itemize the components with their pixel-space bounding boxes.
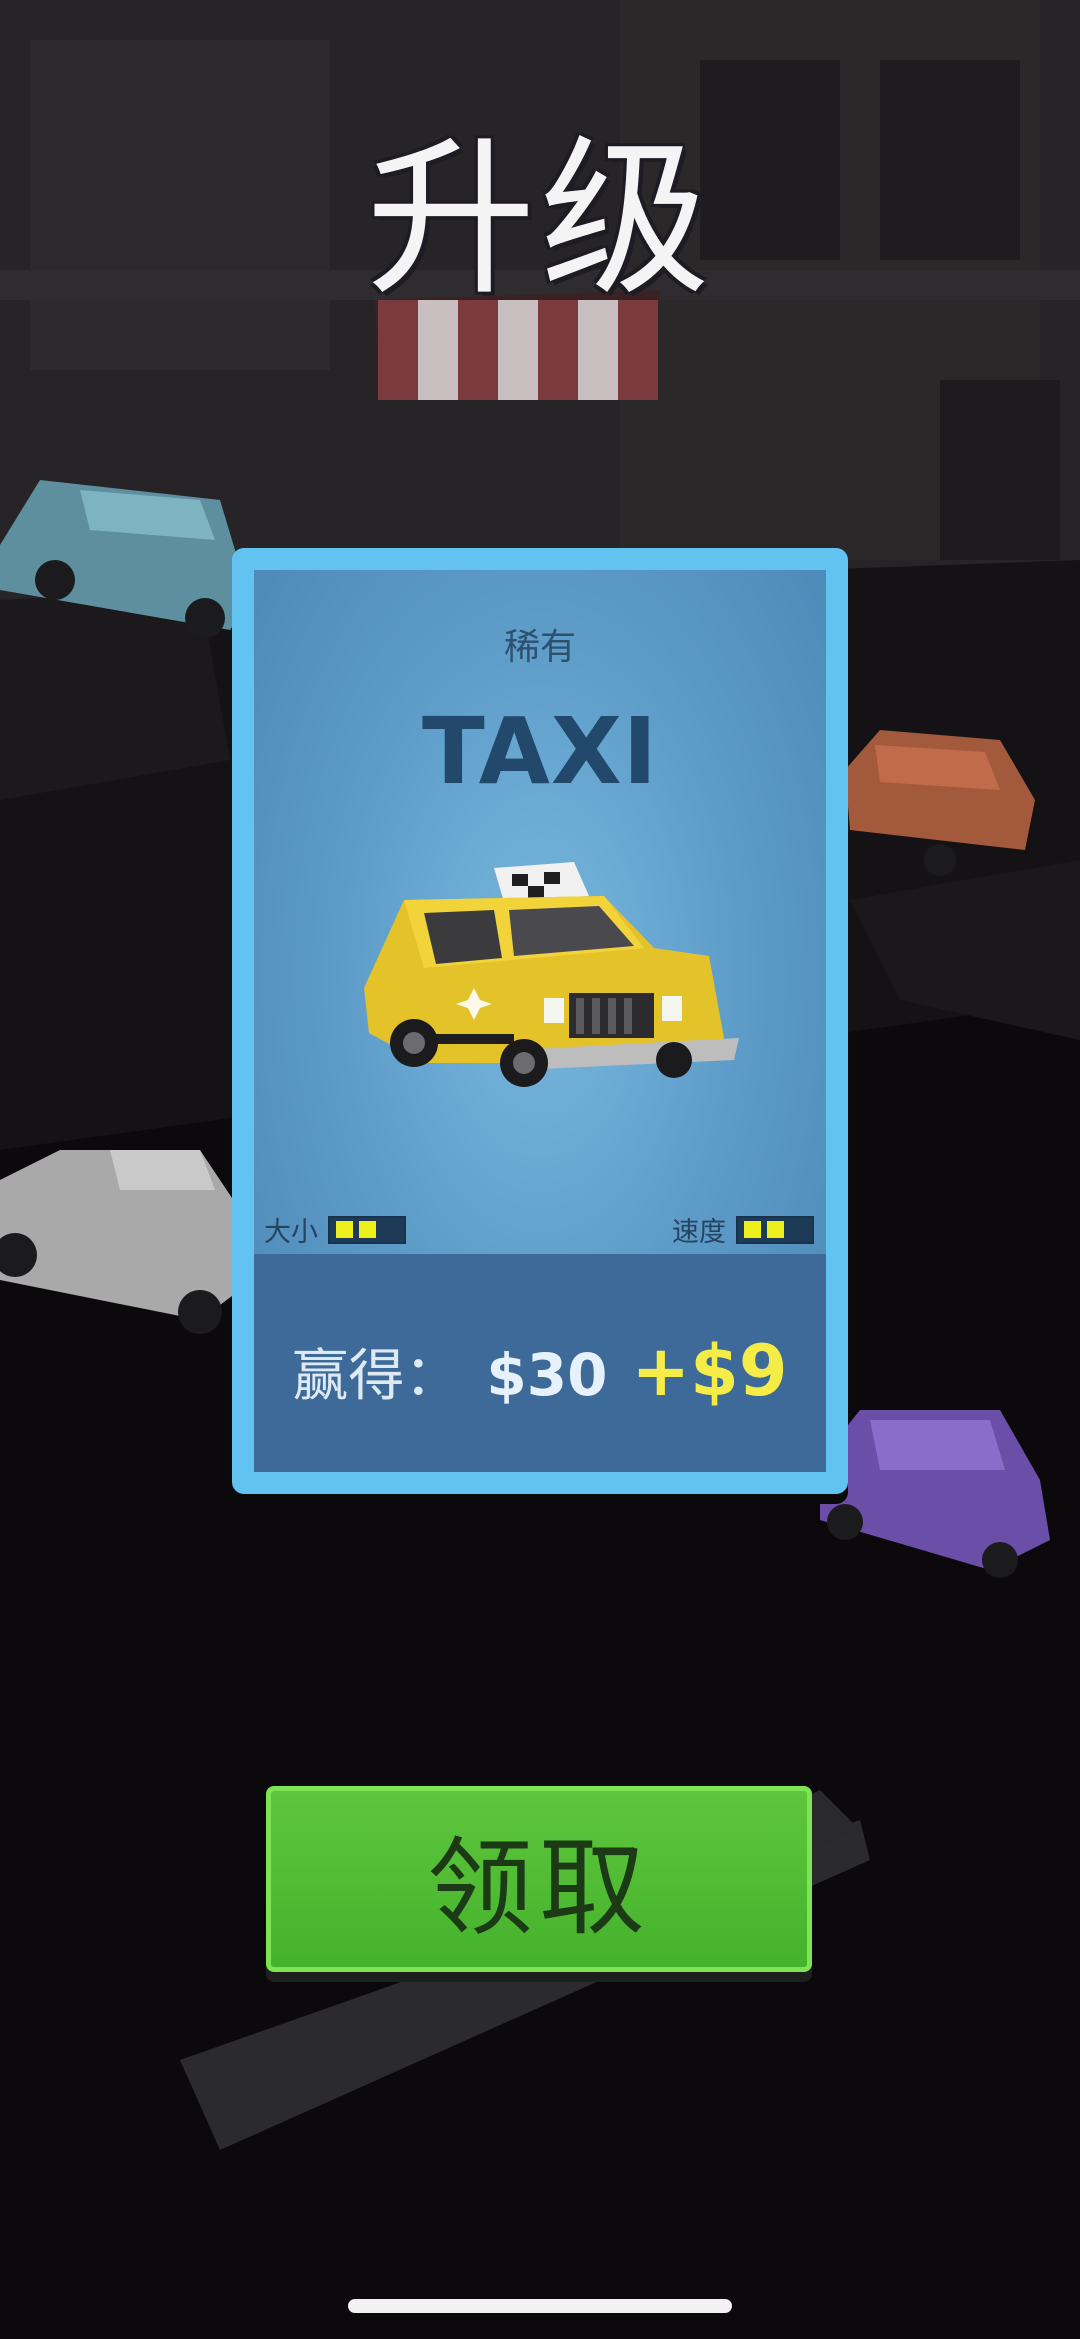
reward-panel: 赢得： $30 +$9 [254,1254,826,1472]
size-pip [336,1221,353,1238]
size-stat: 大小 [264,1210,406,1249]
speed-stat: 速度 [672,1210,814,1249]
home-indicator[interactable] [348,2299,732,2313]
speed-label: 速度 [672,1217,726,1248]
reward-bonus: +$9 [631,1330,788,1412]
size-meter [328,1215,406,1244]
card-inner: 稀有 TAXI 大小 速度 赢得： $30 +$9 [254,570,826,1472]
size-pip [359,1221,376,1238]
stats-row: 大小 速度 [254,1210,826,1250]
claim-button-label: 领取 [427,1827,651,1950]
reward-label: 赢得： [292,1344,461,1409]
size-label: 大小 [264,1217,318,1248]
reward-line: 赢得： $30 +$9 [254,1330,826,1412]
rarity-label: 稀有 [503,627,576,668]
page-title: 升级 [365,121,714,319]
claim-button[interactable]: 领取 [266,1786,812,1972]
speed-pip [767,1221,784,1238]
speed-meter [736,1215,814,1244]
car-name: TAXI [422,698,658,805]
speed-pip [744,1221,761,1238]
reward-card: 稀有 TAXI 大小 速度 赢得： $30 +$9 [232,548,848,1494]
reward-amount: $30 [486,1341,608,1409]
taxi-car-image [364,862,739,1087]
